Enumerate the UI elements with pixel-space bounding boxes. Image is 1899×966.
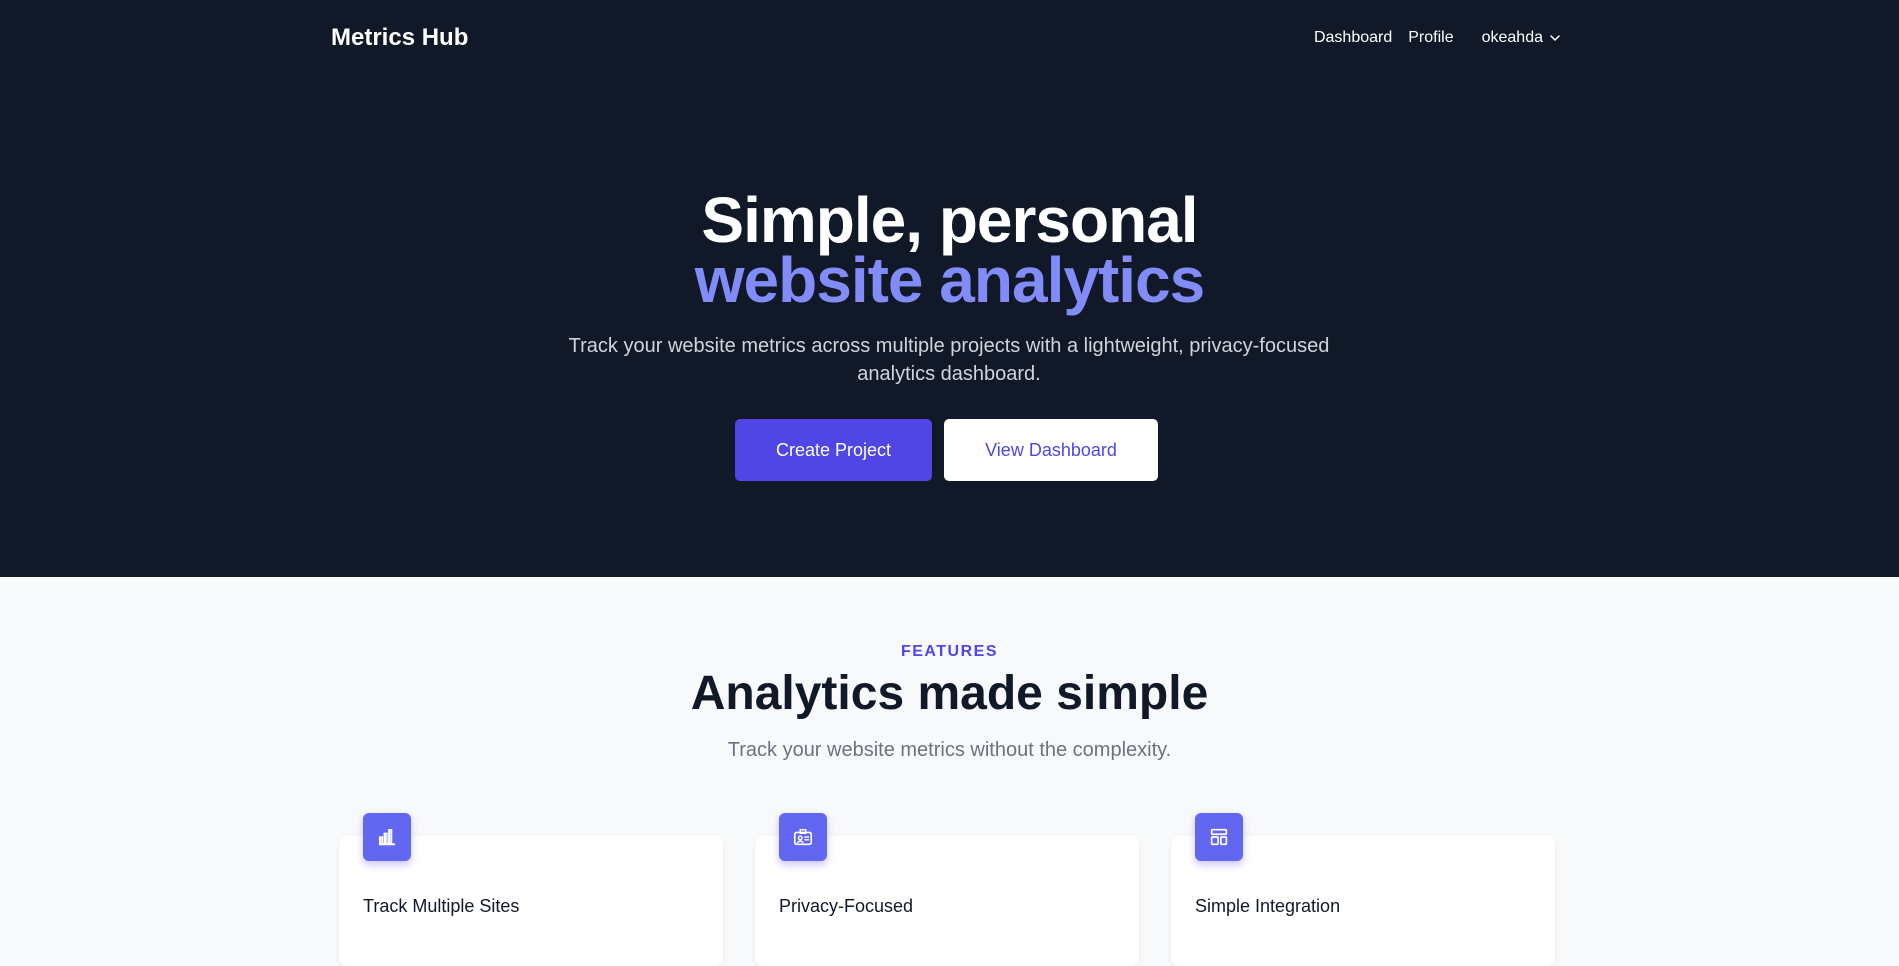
nav-profile-link[interactable]: Profile xyxy=(1408,29,1453,47)
feature-card-title: Track Multiple Sites xyxy=(363,896,520,916)
feature-card-title: Privacy-Focused xyxy=(779,896,914,916)
brand-logo[interactable]: Metrics Hub xyxy=(331,24,468,52)
hero-title-line1: Simple, personal xyxy=(701,184,1198,256)
features-subtitle: Track your website metrics without the c… xyxy=(727,739,1172,761)
user-menu[interactable]: okeahda xyxy=(1482,29,1561,47)
hero-title: Simple, personal website analytics xyxy=(0,184,1899,316)
features-title: Analytics made simple xyxy=(690,667,1209,720)
create-project-button[interactable]: Create Project xyxy=(735,419,932,481)
hero-subtitle: Track your website metrics across multip… xyxy=(568,335,1330,385)
hero-section: Metrics Hub Dashboard Profile okeahda Si… xyxy=(0,0,1899,577)
user-name: okeahda xyxy=(1481,29,1543,46)
feature-card-title: Simple Integration xyxy=(1195,896,1341,916)
view-dashboard-button[interactable]: View Dashboard xyxy=(944,419,1158,481)
features-eyebrow: FEATURES xyxy=(900,643,999,660)
top-nav: Dashboard Profile okeahda xyxy=(1314,29,1561,47)
hero-title-line2: website analytics xyxy=(694,244,1205,316)
id-card-icon xyxy=(779,813,827,861)
nav-dashboard-link[interactable]: Dashboard xyxy=(1314,29,1392,47)
layout-icon xyxy=(1195,813,1243,861)
chevron-down-icon xyxy=(1550,35,1560,41)
bar-chart-icon xyxy=(363,813,411,861)
